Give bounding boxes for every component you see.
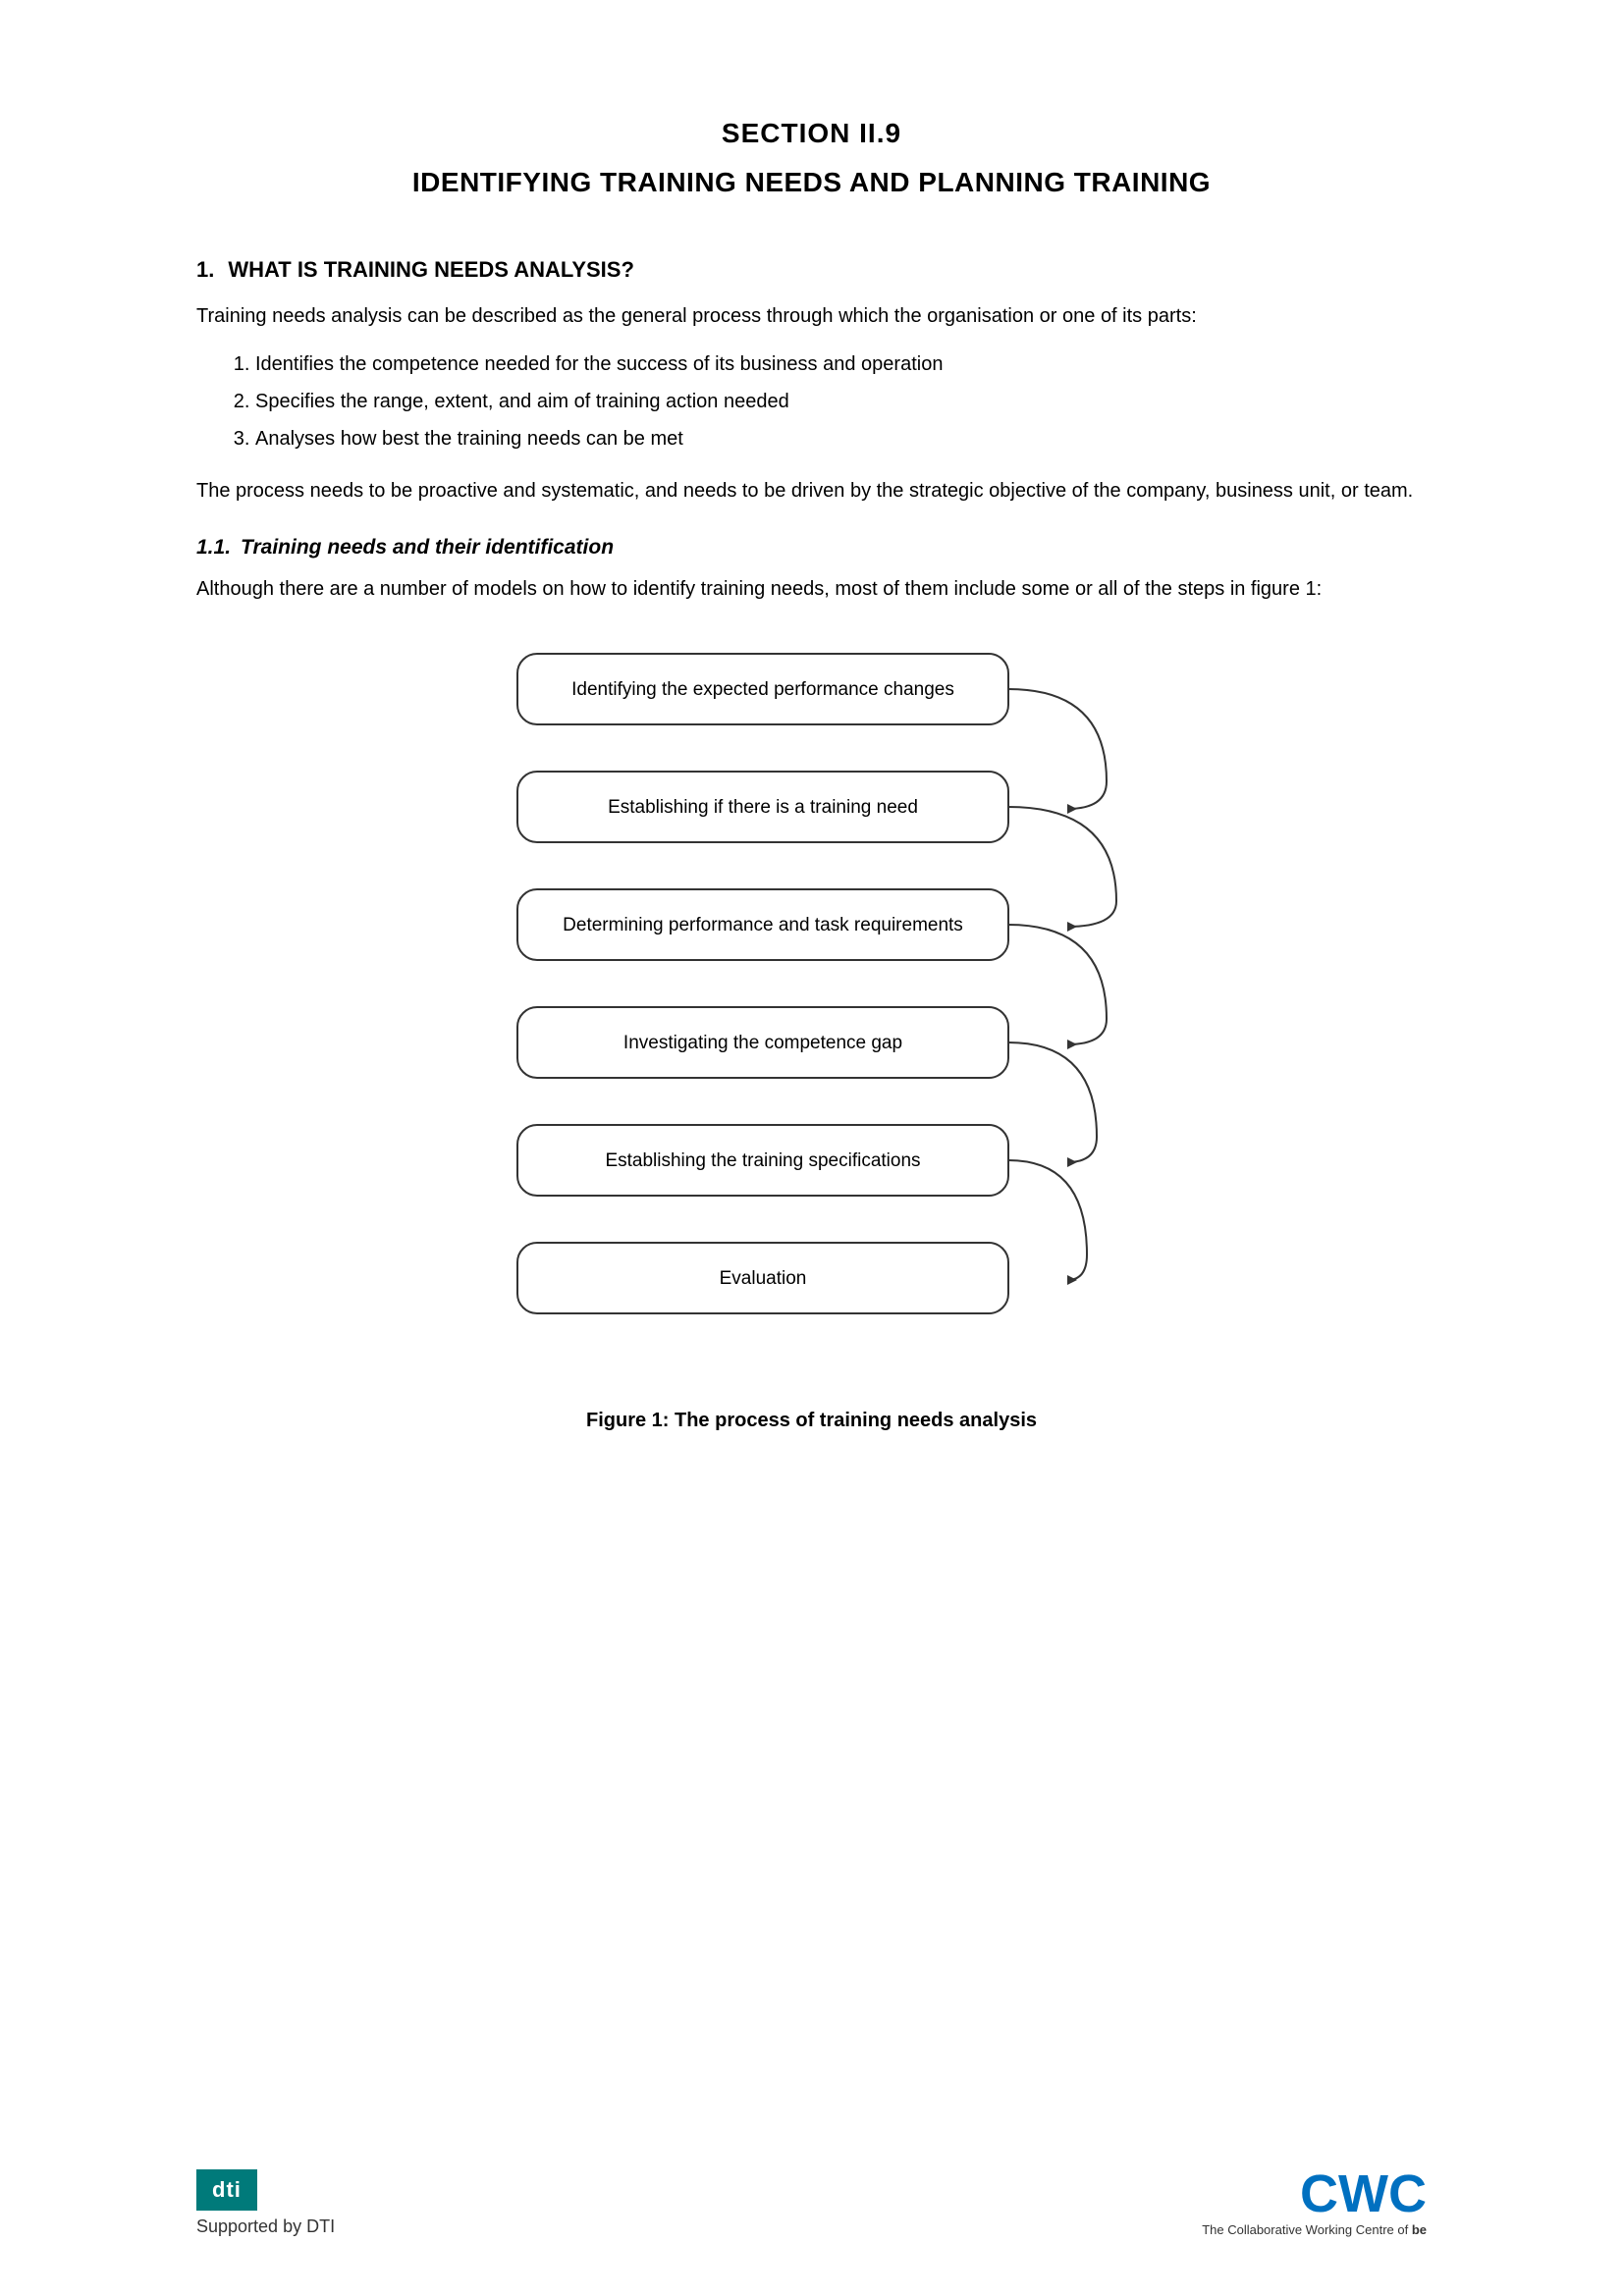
svg-text:Investigating the competence g: Investigating the competence gap <box>622 1033 901 1053</box>
cwc-c2: C <box>1388 2167 1427 2220</box>
subsection1-heading: 1.1. Training needs and their identificat… <box>196 536 1427 560</box>
subsection1-num: 1.1. <box>196 536 231 559</box>
section1-heading-text: WHAT IS TRAINING NEEDS ANALYSIS? <box>228 257 634 282</box>
footer: dti Supported by DTI CWC The Collaborati… <box>196 2167 1427 2237</box>
dti-logo: dti Supported by DTI <box>196 2169 335 2237</box>
subsection1-heading-text: Training needs and their identification <box>241 536 614 559</box>
list-item-1: Identifies the competence needed for the… <box>255 347 1427 381</box>
main-title: IDENTIFYING TRAINING NEEDS AND PLANNING … <box>196 167 1427 198</box>
flowchart-container: Identifying the expected performance cha… <box>196 644 1427 1390</box>
list-item-3: Analyses how best the training needs can… <box>255 422 1427 455</box>
section1-num: 1. <box>196 257 214 282</box>
cwc-w: W <box>1338 2167 1388 2220</box>
dti-badge: dti <box>196 2169 257 2211</box>
figure-caption: Figure 1: The process of training needs … <box>196 1410 1427 1432</box>
cwc-tagline: The Collaborative Working Centre of be <box>1202 2222 1427 2237</box>
section-title: SECTION II.9 <box>196 118 1427 149</box>
section1-para2: The process needs to be proactive and sy… <box>196 475 1427 507</box>
svg-text:Determining performance and ta: Determining performance and task require… <box>563 915 963 935</box>
subsection1-text: Although there are a number of models on… <box>196 573 1427 605</box>
svg-text:Establishing the training spec: Establishing the training specifications <box>605 1150 920 1171</box>
dti-text: Supported by DTI <box>196 2216 335 2237</box>
cwc-logo: CWC The Collaborative Working Centre of … <box>1202 2167 1427 2237</box>
svg-text:Establishing if there is a tra: Establishing if there is a training need <box>608 797 918 818</box>
svg-text:Identifying the expected perfo: Identifying the expected performance cha… <box>571 679 954 700</box>
section1-heading: 1. WHAT IS TRAINING NEEDS ANALYSIS? <box>196 257 1427 283</box>
flowchart-svg: Identifying the expected performance cha… <box>459 644 1165 1390</box>
list-item-2: Specifies the range, extent, and aim of … <box>255 385 1427 418</box>
section1-list: Identifies the competence needed for the… <box>255 347 1427 455</box>
cwc-c: C <box>1300 2167 1338 2220</box>
svg-text:Evaluation: Evaluation <box>719 1268 806 1289</box>
page: SECTION II.9 IDENTIFYING TRAINING NEEDS … <box>0 0 1623 2296</box>
section1-intro: Training needs analysis can be described… <box>196 300 1427 332</box>
cwc-letters: CWC <box>1300 2167 1427 2220</box>
